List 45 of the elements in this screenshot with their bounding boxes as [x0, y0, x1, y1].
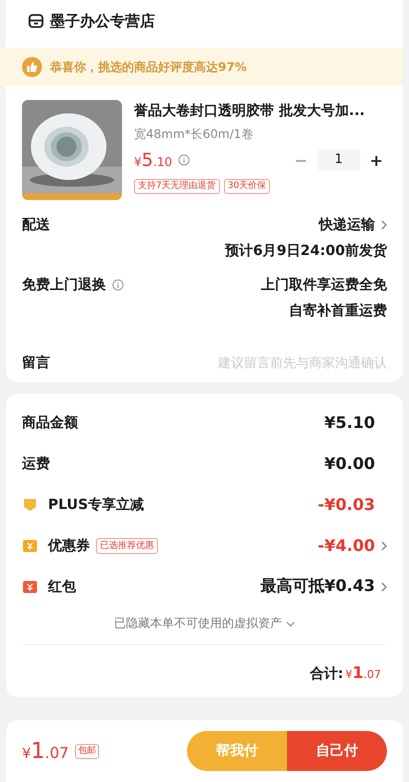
- product-spec[interactable]: 宽48mm*长60m/1卷: [134, 126, 387, 143]
- banner-text: 恭喜你，挑选的商品好评度高达97%: [50, 58, 247, 76]
- row-value: 预计6月9日24:00前发货: [224, 242, 387, 260]
- pay-button[interactable]: 自己付: [287, 731, 387, 771]
- quantity-field[interactable]: 1: [318, 149, 360, 171]
- row-label: 配送: [22, 216, 50, 234]
- chevron-right-icon[interactable]: [381, 220, 387, 230]
- fee-label: 商品金额: [22, 414, 78, 432]
- coupon-icon: [22, 538, 38, 554]
- minus-button[interactable]: −: [290, 150, 312, 170]
- fee-value: -¥0.03: [318, 495, 375, 514]
- fee-label: 运费: [22, 454, 50, 472]
- product-title[interactable]: 誉品大卷封口透明胶带 批发大号加...: [134, 102, 387, 120]
- total-label: 合计:: [310, 665, 344, 683]
- row-value: 快递运输: [319, 216, 375, 234]
- chevron-right-icon[interactable]: [381, 582, 387, 592]
- coupon-tag: 已选推荐优惠: [96, 538, 158, 554]
- fee-value: ¥5.10: [324, 413, 375, 432]
- fee-label: 优惠券: [48, 536, 90, 554]
- chevron-right-icon[interactable]: [381, 540, 387, 550]
- store-name[interactable]: 墨子办公专营店: [50, 12, 155, 30]
- row-label: 留言: [22, 354, 50, 372]
- hidden-assets-text[interactable]: 已隐藏本单不可使用的虚拟资产: [114, 615, 282, 632]
- fee-value: -¥4.00: [318, 536, 375, 555]
- shield-badge-icon: [22, 496, 38, 512]
- row-value: 自寄补首重运费: [289, 302, 387, 320]
- info-icon[interactable]: [178, 154, 190, 166]
- service-tag: 30天价保: [224, 179, 270, 194]
- total-price: ¥1.07: [345, 663, 381, 682]
- info-icon[interactable]: [112, 279, 124, 291]
- fee-label: PLUS专享立减: [48, 496, 144, 514]
- fee-value: 最高可抵¥0.43: [260, 576, 375, 597]
- plus-button[interactable]: +: [366, 150, 387, 170]
- service-tag: 支持7天无理由退货: [134, 179, 220, 194]
- pay-amount: ¥1.07: [22, 738, 69, 764]
- row-value: 上门取件享运费全免: [261, 276, 387, 294]
- row-label: 免费上门退换: [22, 276, 106, 294]
- thumbs-up-icon: [22, 57, 42, 77]
- shop-icon: [28, 13, 44, 29]
- chevron-down-icon[interactable]: [286, 620, 295, 626]
- fee-label: 红包: [48, 578, 76, 596]
- envelope-icon: [22, 578, 38, 594]
- fee-value: ¥0.00: [324, 454, 375, 473]
- price-text: ¥5.10: [134, 150, 172, 170]
- free-shipping-tag: 包邮: [74, 744, 99, 758]
